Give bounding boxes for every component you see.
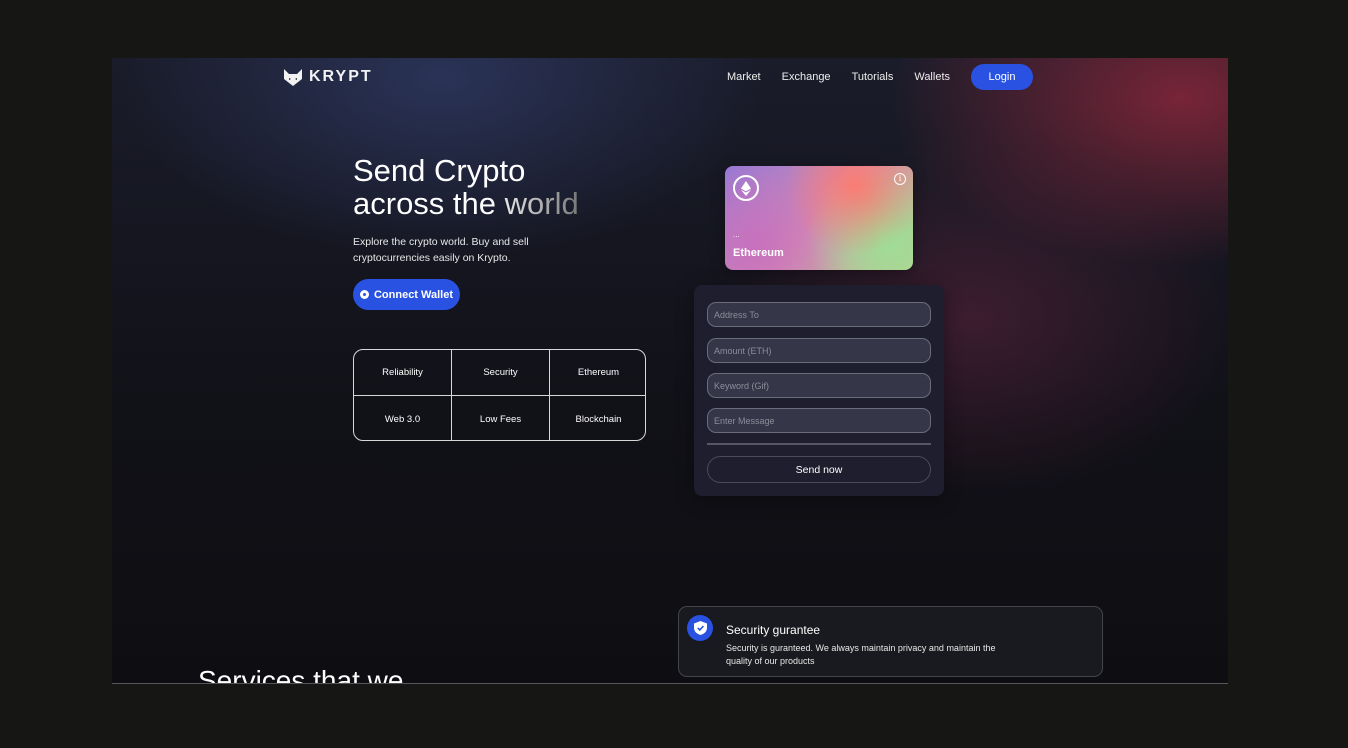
top-nav: Market Exchange Tutorials Wallets Login xyxy=(727,64,1033,90)
logo-text: KRYPT xyxy=(309,68,373,85)
ethereum-icon xyxy=(733,175,759,201)
feature-ethereum: Ethereum xyxy=(550,350,645,396)
ethereum-card: i ... Ethereum xyxy=(725,166,913,270)
amount-input[interactable] xyxy=(707,338,931,363)
form-divider xyxy=(707,443,931,445)
viewport-bottom-border xyxy=(112,683,1228,684)
shield-icon xyxy=(687,615,713,641)
hero-description: Explore the crypto world. Buy and sell c… xyxy=(353,236,529,264)
feature-reliability: Reliability xyxy=(354,350,452,396)
address-to-input[interactable] xyxy=(707,302,931,327)
info-icon[interactable]: i xyxy=(894,173,906,185)
send-now-button[interactable]: Send now xyxy=(707,456,931,483)
services-heading: Services that we xyxy=(198,665,404,684)
feature-security: Security xyxy=(452,350,550,396)
send-form: Send now xyxy=(694,285,944,496)
service-card-title: Security gurantee xyxy=(726,623,821,637)
features-grid: Reliability Security Ethereum Web 3.0 Lo… xyxy=(353,349,646,441)
login-button[interactable]: Login xyxy=(971,64,1033,90)
nav-link-exchange[interactable]: Exchange xyxy=(782,64,831,90)
nav-link-tutorials[interactable]: Tutorials xyxy=(852,64,894,90)
security-service-card: Security gurantee Security is guranteed.… xyxy=(678,606,1103,677)
nav-link-market[interactable]: Market xyxy=(727,64,761,90)
hero-title: Send Crypto across the world xyxy=(353,154,653,220)
feature-low-fees: Low Fees xyxy=(452,396,550,440)
hero-title-line1: Send Crypto xyxy=(353,153,526,188)
wallet-icon xyxy=(359,290,369,299)
hero-title-line2: across the world xyxy=(353,186,579,221)
connect-wallet-button[interactable]: Connect Wallet xyxy=(353,279,460,310)
fox-logo-icon xyxy=(284,69,302,86)
card-address: ... xyxy=(733,230,740,239)
nav-link-wallets[interactable]: Wallets xyxy=(914,64,950,90)
card-network-name: Ethereum xyxy=(733,247,784,259)
message-input[interactable] xyxy=(707,408,931,433)
feature-blockchain: Blockchain xyxy=(575,413,622,425)
feature-web3: Web 3.0 xyxy=(354,396,452,440)
keyword-input[interactable] xyxy=(707,373,931,398)
connect-wallet-label: Connect Wallet xyxy=(373,288,454,301)
service-card-description: Security is guranteed. We always maintai… xyxy=(726,643,996,666)
page-viewport: KRYPT Market Exchange Tutorials Wallets … xyxy=(112,58,1228,684)
logo[interactable]: KRYPT xyxy=(282,66,373,88)
